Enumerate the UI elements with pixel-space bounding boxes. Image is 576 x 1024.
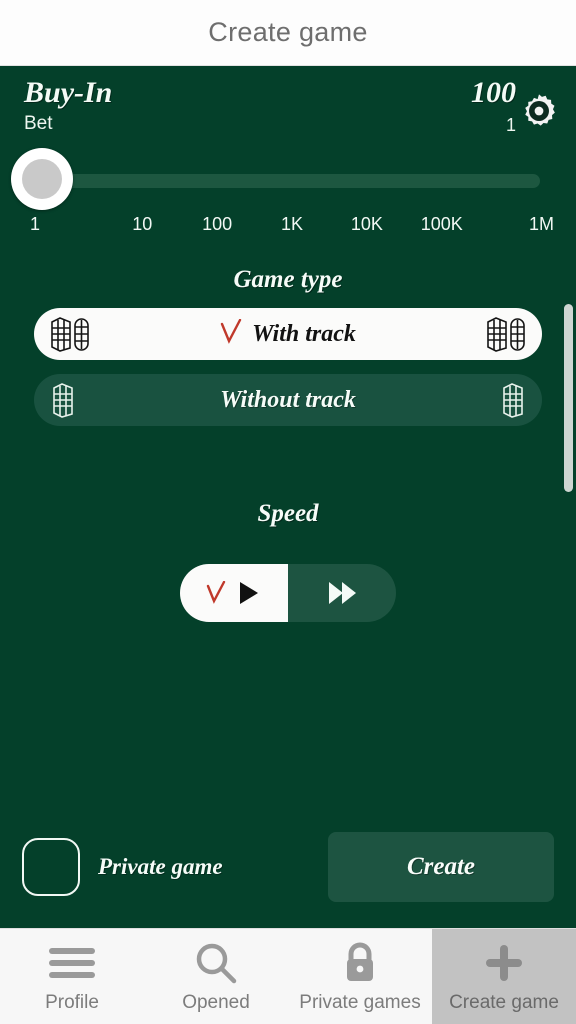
gear-icon[interactable] (520, 92, 558, 130)
page-title: Create game (208, 17, 368, 47)
buyin-multiplier: 1 (505, 115, 516, 135)
search-icon (193, 940, 239, 986)
nav-label: Private games (299, 991, 421, 1013)
nav-label: Profile (45, 991, 99, 1013)
fast-forward-icon (329, 582, 356, 604)
slider-thumb-inner (22, 159, 62, 199)
buyin-value-group: 100 1 (471, 78, 558, 136)
slider-tick: 10K (350, 214, 383, 234)
bottom-navigation: Profile Opened Private games Create game (0, 928, 576, 1024)
nav-label: Create game (449, 991, 559, 1013)
buyin-slider[interactable]: 1 10 100 1K 10K 100K 1M (0, 146, 576, 242)
nav-item-create-game[interactable]: Create game (432, 929, 576, 1024)
bottom-controls: Private game Create (0, 832, 576, 902)
scroll-body[interactable]: Buy-In Bet 100 1 1 10 100 1K 10K 100K 1M… (0, 66, 576, 928)
lock-icon (339, 940, 381, 986)
domino-icon (503, 383, 523, 418)
slider-tick: 100 (202, 214, 233, 234)
buyin-numbers: 100 1 (471, 78, 516, 136)
slider-tick: 1 (30, 214, 41, 234)
top-bar: Create game (0, 0, 576, 66)
speed-option-fast[interactable] (288, 564, 396, 622)
private-game-checkbox[interactable] (22, 838, 80, 896)
buyin-section: Buy-In Bet 100 1 (0, 66, 576, 146)
private-game-label: Private game (98, 854, 223, 879)
game-type-title: Game type (233, 266, 343, 293)
domino-track-icon (487, 317, 525, 352)
slider-track[interactable] (38, 174, 540, 188)
nav-label: Opened (182, 991, 250, 1013)
selected-check-icon (206, 581, 226, 604)
plus-icon (481, 940, 527, 986)
domino-track-icon (51, 317, 89, 352)
nav-item-private-games[interactable]: Private games (288, 929, 432, 1024)
speed-option-normal[interactable] (180, 564, 288, 622)
speed-toggle[interactable] (180, 564, 396, 622)
game-type-label: With track (252, 320, 356, 347)
speed-title: Speed (257, 500, 319, 527)
buyin-amount: 100 (471, 76, 516, 109)
game-type-option-with-track[interactable]: With track (34, 308, 542, 360)
domino-icon (53, 383, 73, 418)
slider-tick: 100K (420, 214, 463, 234)
slider-tick: 10 (132, 214, 153, 234)
game-type-section: Game type With track Without track (0, 266, 576, 426)
speed-section: Speed (0, 500, 576, 622)
slider-thumb[interactable] (11, 148, 73, 210)
slider-tick-labels: 1 10 100 1K 10K 100K 1M (0, 214, 576, 235)
app-screen: Create game Buy-In Bet 100 1 1 10 100 1K… (0, 0, 576, 1024)
create-button[interactable]: Create (328, 832, 554, 902)
hamburger-icon (43, 940, 101, 986)
vertical-scrollbar[interactable] (564, 304, 573, 492)
nav-item-profile[interactable]: Profile (0, 929, 144, 1024)
game-type-option-without-track[interactable]: Without track (34, 374, 542, 426)
nav-item-opened[interactable]: Opened (144, 929, 288, 1024)
slider-tick: 1M (529, 214, 555, 234)
play-icon (240, 582, 258, 604)
game-type-label: Without track (220, 386, 356, 413)
slider-tick: 1K (280, 214, 304, 234)
selected-check-icon (220, 318, 242, 350)
